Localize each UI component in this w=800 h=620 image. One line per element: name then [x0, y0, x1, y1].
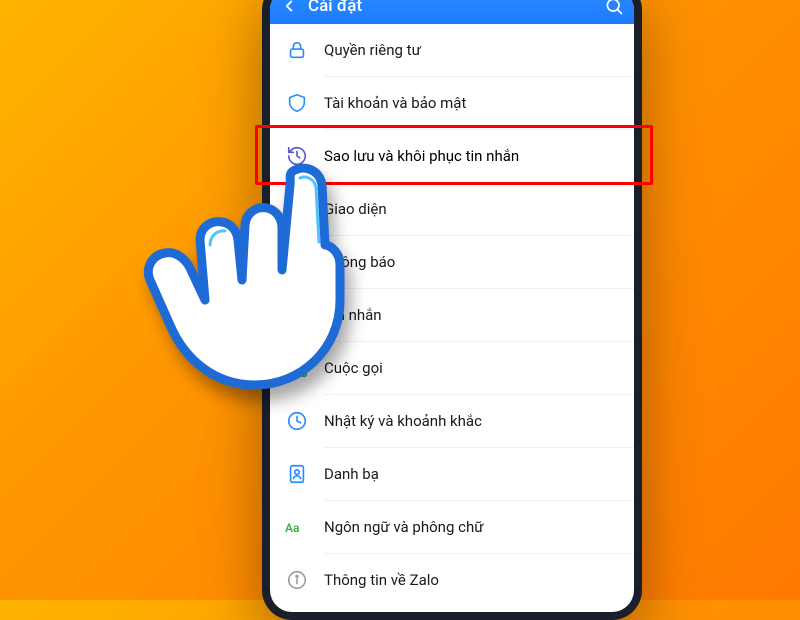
bell-icon [284, 249, 310, 275]
row-privacy[interactable]: Quyền riêng tư [270, 24, 634, 76]
clock-icon [284, 408, 310, 434]
svg-text:Aa: Aa [285, 521, 299, 535]
phone-icon [284, 355, 310, 381]
row-messages[interactable]: Tin nhắn [270, 289, 634, 341]
info-icon [284, 567, 310, 593]
row-contacts[interactable]: Danh bạ [270, 448, 634, 500]
row-notifications[interactable]: Thông báo [270, 236, 634, 288]
row-label: Thông tin về Zalo [324, 571, 439, 589]
row-backup-restore[interactable]: Sao lưu và khôi phục tin nhắn [270, 130, 634, 182]
settings-header: Cài đặt [270, 0, 634, 24]
row-label: Ngôn ngữ và phông chữ [324, 518, 484, 536]
history-icon [284, 143, 310, 169]
row-label: Sao lưu và khôi phục tin nhắn [324, 147, 519, 165]
palette-icon [284, 196, 310, 222]
row-label: Danh bạ [324, 465, 379, 483]
row-label: Quyền riêng tư [324, 41, 421, 59]
back-icon[interactable] [280, 0, 298, 15]
row-label: Thông báo [324, 253, 395, 271]
chat-icon [284, 302, 310, 328]
row-account-security[interactable]: Tài khoản và bảo mật [270, 77, 634, 129]
row-timeline[interactable]: Nhật ký và khoảnh khắc [270, 395, 634, 447]
header-title: Cài đặt [308, 0, 604, 16]
row-about[interactable]: Thông tin về Zalo [270, 554, 634, 606]
row-calls[interactable]: Cuộc gọi [270, 342, 634, 394]
font-icon: Aa [284, 514, 310, 540]
settings-list: Quyền riêng tư Tài khoản và bảo mật Sao … [270, 24, 634, 612]
row-label: Tài khoản và bảo mật [324, 94, 466, 112]
row-interface[interactable]: Giao diện [270, 183, 634, 235]
row-label: Giao diện [324, 200, 387, 218]
row-label: Tin nhắn [324, 306, 382, 324]
lock-icon [284, 37, 310, 63]
shield-icon [284, 90, 310, 116]
row-language-font[interactable]: Aa Ngôn ngữ và phông chữ [270, 501, 634, 553]
phone-screen: Cài đặt Quyền riêng tư Tài khoản và bảo … [270, 0, 634, 612]
row-label: Nhật ký và khoảnh khắc [324, 412, 482, 430]
phone-frame: Cài đặt Quyền riêng tư Tài khoản và bảo … [262, 0, 642, 620]
row-label: Cuộc gọi [324, 359, 383, 377]
search-icon[interactable] [604, 0, 624, 16]
contacts-icon [284, 461, 310, 487]
